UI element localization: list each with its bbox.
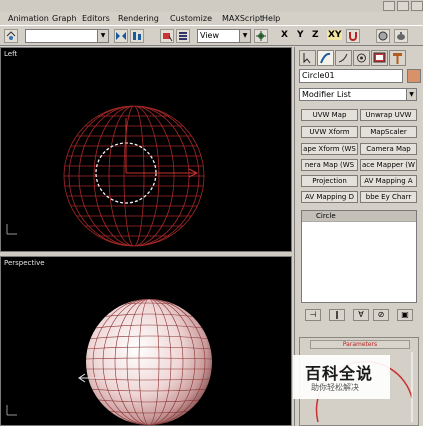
tab-motion[interactable] [353, 50, 370, 66]
mirror-icon [116, 32, 126, 40]
align-icon [133, 32, 141, 40]
watermark: 百科全说 助你轻松解决 [293, 355, 390, 399]
menu-help[interactable]: Help [262, 14, 280, 23]
modifier-button[interactable]: Projection [301, 175, 358, 187]
main-toolbar: ▼ View ▼ X Y Z XY [0, 25, 423, 46]
modifier-button[interactable]: ace Mapper (W [360, 159, 417, 171]
show-end-result-button[interactable]: ‖ [329, 309, 345, 321]
configure-modifier-sets-button[interactable]: ▣ [397, 309, 413, 321]
hierarchy-icon [338, 53, 348, 63]
chevron-down-icon: ▼ [406, 89, 416, 100]
modifier-button[interactable]: AV Mapping A [360, 175, 417, 187]
tab-hierarchy[interactable] [335, 50, 352, 66]
select-by-name-button[interactable] [176, 29, 190, 43]
render-scene-button[interactable] [394, 29, 408, 43]
modifier-list-value: Modifier List [302, 90, 351, 99]
motion-icon [357, 53, 366, 63]
tab-create[interactable] [299, 50, 316, 66]
chevron-down-icon: ▼ [97, 30, 108, 42]
reference-coordinate-value: View [200, 31, 219, 40]
modifier-button[interactable]: AV Mapping D [301, 191, 358, 203]
list-icon [179, 32, 187, 40]
modifier-button[interactable]: Camera Map [360, 143, 417, 155]
left-viewport[interactable]: Left [0, 47, 292, 252]
modifier-button[interactable]: UVW Map [301, 109, 358, 121]
teapot-icon [397, 32, 405, 40]
select-object-icon [163, 33, 173, 42]
selection-filter-dropdown[interactable]: ▼ [25, 29, 109, 43]
pointer-icon [303, 53, 311, 64]
material-icon [378, 31, 388, 41]
pin-stack-button[interactable]: ⊣ [305, 309, 321, 321]
stack-item[interactable]: Circle [302, 211, 416, 222]
modifier-button[interactable]: ape Xform (WS [301, 143, 358, 155]
axis-z-button[interactable]: Z [312, 30, 319, 40]
axis-tripod [6, 224, 17, 235]
reference-coordinate-dropdown[interactable]: View ▼ [197, 29, 251, 43]
object-color-swatch[interactable] [407, 69, 421, 83]
snap-button[interactable] [346, 29, 360, 43]
link-icon [6, 31, 16, 40]
align-button[interactable] [130, 29, 144, 43]
menu-graph[interactable]: Graph [52, 14, 77, 23]
menu-editors[interactable]: Editors [82, 14, 110, 23]
shaded-sphere [86, 299, 212, 425]
modifier-button[interactable]: nera Map (WS [301, 159, 358, 171]
material-editor-button[interactable] [376, 29, 390, 43]
make-unique-button[interactable]: ∀ [353, 309, 369, 321]
magnet-icon [349, 32, 357, 41]
axis-xy-button[interactable]: XY [327, 30, 343, 40]
window-title-bar [0, 0, 423, 12]
modifier-button[interactable]: MapScaler [360, 126, 417, 138]
pivot-icon [256, 31, 266, 41]
menu-maxscript[interactable]: MAXScript [222, 14, 263, 23]
remove-modifier-button[interactable]: ⊘ [373, 309, 389, 321]
axis-x-button[interactable]: X [281, 30, 288, 40]
maximize-button[interactable] [397, 1, 409, 11]
menu-bar: Animation Graph Editors Rendering Custom… [0, 12, 423, 25]
menu-animation[interactable]: Animation [8, 14, 49, 23]
perspective-viewport[interactable]: Perspective [0, 256, 292, 426]
menu-rendering[interactable]: Rendering [118, 14, 159, 23]
left-viewport-scene [6, 105, 205, 247]
hammer-icon [393, 53, 402, 64]
modifier-button[interactable]: bbe Ey Charr [360, 191, 417, 203]
mirror-button[interactable] [114, 29, 128, 43]
modifier-list-dropdown[interactable]: Modifier List ▼ [299, 88, 417, 101]
chevron-down-icon: ▼ [239, 30, 250, 42]
close-button[interactable] [411, 1, 423, 11]
watermark-subtitle: 助你轻松解决 [311, 383, 359, 392]
modify-bend-icon [320, 52, 331, 64]
named-selection-button[interactable] [160, 29, 174, 43]
sphere-wireframe [63, 105, 205, 247]
menu-customize[interactable]: Customize [170, 14, 212, 23]
tab-utilities[interactable] [389, 50, 406, 66]
minimize-button[interactable] [383, 1, 395, 11]
modifier-button[interactable]: Unwrap UVW [360, 109, 417, 121]
tab-modify[interactable] [317, 50, 334, 66]
select-link-button[interactable] [4, 29, 18, 43]
object-name-field[interactable]: Circle01 [299, 69, 403, 83]
pivot-center-button[interactable] [254, 29, 268, 43]
axis-y-button[interactable]: Y [297, 30, 304, 40]
transform-gizmo [125, 118, 199, 178]
modifier-button[interactable]: UVW Xform [301, 126, 358, 138]
watermark-title: 百科全说 [305, 364, 374, 383]
modifier-stack[interactable]: Circle [301, 210, 417, 303]
axis-tripod-persp [6, 405, 17, 416]
tab-display[interactable] [371, 50, 388, 66]
display-monitor-icon [373, 52, 386, 63]
perspective-scene [6, 299, 212, 425]
